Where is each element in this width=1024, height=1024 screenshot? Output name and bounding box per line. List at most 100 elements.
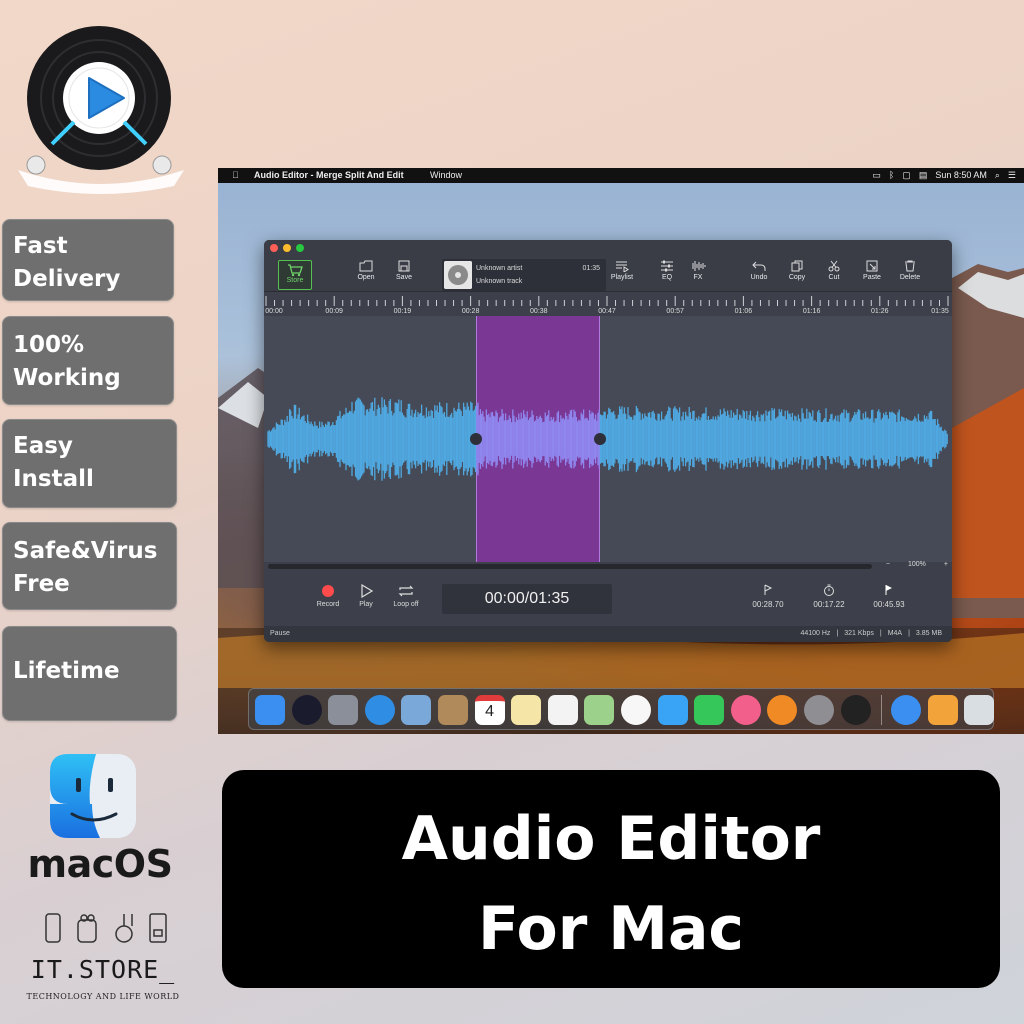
title-banner: Audio Editor For Mac xyxy=(222,770,1000,988)
separator: | xyxy=(879,630,882,637)
horizontal-scrollbar[interactable] xyxy=(268,564,872,569)
facetime-icon[interactable] xyxy=(694,695,725,725)
open-button[interactable]: Open xyxy=(348,260,384,281)
title-line-1: Audio Editor xyxy=(401,804,821,874)
desktop-screenshot:  Audio Editor - Merge Split And Edit Wi… xyxy=(218,168,1024,734)
feature-tile-working: 100% Working xyxy=(2,316,174,405)
feature-tile-lifetime: Lifetime xyxy=(2,626,177,721)
loop-icon xyxy=(398,585,414,597)
device-icons xyxy=(45,913,167,943)
selection-end-marker[interactable]: 00:45.93 xyxy=(866,584,912,609)
feature-text: Free xyxy=(13,571,70,597)
launchpad-icon[interactable] xyxy=(328,695,359,725)
audio-editor-window: Store Open Save Unknown artist Unknown t… xyxy=(264,240,952,642)
paste-button[interactable]: Paste xyxy=(854,260,890,281)
feature-text: Lifetime xyxy=(13,658,120,684)
playlist-button[interactable]: Playlist xyxy=(604,260,640,281)
playlist-label: Playlist xyxy=(610,274,634,281)
apple-menu[interactable]:  xyxy=(232,168,239,183)
photos-icon[interactable] xyxy=(621,695,651,725)
menu-clock[interactable]: Sun 8:50 AM xyxy=(935,168,987,183)
open-label: Open xyxy=(357,274,375,281)
play-button[interactable]: Play xyxy=(346,584,386,608)
zoom-in-button[interactable]: + xyxy=(944,561,948,568)
ruler-label: 00:47 xyxy=(598,308,616,315)
copy-button[interactable]: Copy xyxy=(779,260,815,281)
safari-icon[interactable] xyxy=(364,695,395,725)
ruler-label: 00:38 xyxy=(530,308,548,315)
copy-icon xyxy=(791,260,803,272)
feature-text: Delivery xyxy=(13,266,121,292)
airplay-icon[interactable]: ▭ xyxy=(872,168,881,183)
feature-text: Safe&Virus xyxy=(13,538,158,564)
trash-icon xyxy=(905,260,915,272)
downloads-icon[interactable] xyxy=(891,695,922,725)
feature-tile-install: Easy Install xyxy=(2,419,177,508)
search-icon[interactable]: ⌕ xyxy=(995,168,1000,183)
zoom-window-button[interactable] xyxy=(296,244,304,252)
playlist-icon xyxy=(616,261,629,272)
timeline-ruler[interactable]: 00:00 00:09 00:19 00:28 00:38 00:47 00:57 01:06… xyxy=(264,294,952,316)
feature-text: 100% xyxy=(13,332,85,358)
record-button[interactable]: Record xyxy=(308,584,348,608)
audio-editor-icon[interactable] xyxy=(840,695,871,725)
stacks-icon[interactable] xyxy=(927,695,958,725)
selection-length-marker[interactable]: 00:17.22 xyxy=(806,584,852,609)
calendar-icon[interactable]: 4 xyxy=(474,695,505,725)
messages-icon[interactable] xyxy=(657,695,688,725)
list-icon[interactable]: ☰ xyxy=(1008,168,1016,183)
close-window-button[interactable] xyxy=(270,244,278,252)
maps-icon[interactable] xyxy=(584,695,615,725)
waveform-area[interactable] xyxy=(264,316,952,562)
track-duration: 01:35 xyxy=(582,265,600,272)
flag-icon[interactable]: ▤ xyxy=(919,168,928,183)
length-time: 00:17.22 xyxy=(813,600,845,609)
earbuds-icon xyxy=(77,914,97,943)
siri-icon[interactable] xyxy=(291,695,322,725)
playback-state: Pause xyxy=(270,630,290,637)
itunes-icon[interactable] xyxy=(730,695,761,725)
cart-icon xyxy=(288,264,303,277)
flag-start-icon xyxy=(764,584,773,595)
system-preferences-icon[interactable] xyxy=(804,695,834,725)
feature-text: Install xyxy=(13,466,94,492)
menu-bar:  Audio Editor - Merge Split And Edit Wi… xyxy=(218,168,1024,183)
loop-button[interactable]: Loop off xyxy=(386,584,426,608)
fx-button[interactable]: FX xyxy=(680,260,716,281)
store-button[interactable]: Store xyxy=(278,260,312,290)
ruler-label: 01:16 xyxy=(802,308,821,315)
trash-icon[interactable] xyxy=(964,695,995,725)
feature-tile-safe: Safe&Virus Free xyxy=(2,522,177,610)
cut-button[interactable]: Cut xyxy=(816,260,852,281)
menu-window[interactable]: Window xyxy=(430,168,462,183)
store-tagline: TECHNOLOGY AND LIFE WORLD xyxy=(26,992,180,1001)
contacts-icon[interactable] xyxy=(438,695,468,725)
eq-label: EQ xyxy=(661,274,673,281)
save-button[interactable]: Save xyxy=(386,260,422,281)
finder-icon xyxy=(50,754,136,838)
play-label: Play xyxy=(359,601,373,608)
save-label: Save xyxy=(396,274,412,281)
menu-app-name[interactable]: Audio Editor - Merge Split And Edit xyxy=(254,168,404,183)
finder-icon[interactable] xyxy=(255,695,285,725)
ibooks-icon[interactable] xyxy=(767,695,798,725)
zoom-out-button[interactable]: − xyxy=(886,561,890,568)
minimize-window-button[interactable] xyxy=(283,244,291,252)
undo-button[interactable]: Undo xyxy=(741,260,777,281)
paste-icon xyxy=(866,260,878,272)
waveform-icon xyxy=(692,261,706,271)
ruler-label: 01:06 xyxy=(734,308,753,315)
delete-button[interactable]: Delete xyxy=(892,260,928,281)
display-icon[interactable]: ▢ xyxy=(902,168,911,183)
scissors-icon xyxy=(828,260,840,272)
selection-start-marker[interactable]: 00:28.70 xyxy=(745,584,791,609)
phone-icon xyxy=(45,913,61,943)
stopwatch-icon xyxy=(824,584,834,596)
ruler-label: 00:28 xyxy=(461,308,480,315)
record-label: Record xyxy=(316,601,340,608)
notes-icon[interactable] xyxy=(511,695,542,725)
reminders-icon[interactable] xyxy=(547,695,578,725)
feature-text: Working xyxy=(13,365,121,391)
mail-icon[interactable] xyxy=(401,695,432,725)
bluetooth-icon[interactable]: ᛒ xyxy=(889,168,894,183)
